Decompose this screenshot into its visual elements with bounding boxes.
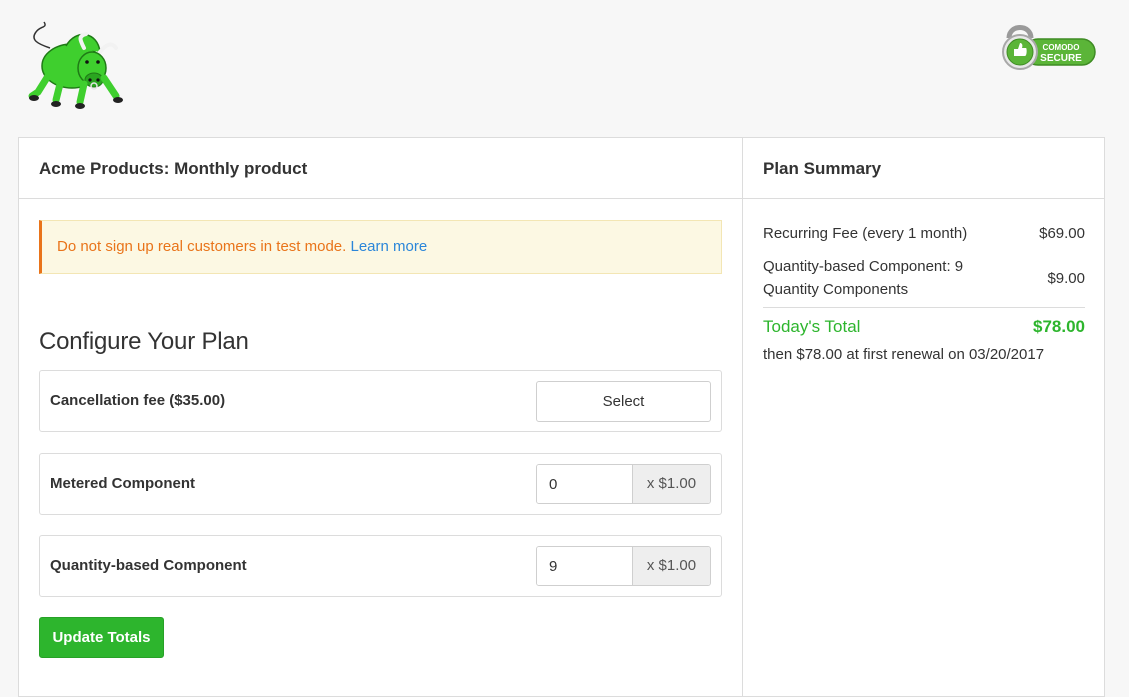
learn-more-link[interactable]: Learn more: [350, 238, 427, 255]
total-label: Today's Total: [763, 317, 861, 336]
unit-price-addon: x $1.00: [633, 465, 710, 503]
metered-quantity-input[interactable]: [537, 465, 633, 503]
summary-divider: [763, 307, 1085, 308]
metered-quantity-group: x $1.00: [536, 464, 711, 504]
quantity-based-component: Quantity-based Component x $1.00: [39, 535, 722, 597]
summary-line-item: Quantity-based Component: 9 Quantity Com…: [763, 255, 1085, 301]
unit-price-addon: x $1.00: [633, 547, 710, 585]
badge-line1: COMODO: [1043, 43, 1080, 52]
green-bull-logo: [28, 21, 123, 109]
total-amount: $78.00: [1033, 317, 1085, 336]
renewal-note: then $78.00 at first renewal on 03/20/20…: [763, 346, 1045, 363]
quantity-input[interactable]: [537, 547, 633, 585]
line-item-label-line1: Quantity-based Component: 9: [763, 258, 964, 275]
comodo-secure-badge[interactable]: COMODO SECURE: [999, 18, 1099, 76]
line-item-label: Recurring Fee (every 1 month): [763, 225, 968, 242]
test-mode-alert: Do not sign up real customers in test mo…: [39, 220, 722, 274]
checkout-panel: Acme Products: Monthly product Do not si…: [18, 137, 1105, 697]
cancellation-fee-component: Cancellation fee ($35.00) Select: [39, 370, 722, 432]
line-item-amount: $69.00: [1039, 225, 1085, 242]
summary-line-item: Recurring Fee (every 1 month) $69.00: [763, 222, 1085, 245]
badge-line2: SECURE: [1040, 53, 1082, 64]
component-label: Quantity-based Component: [50, 557, 247, 574]
configure-plan-title: Configure Your Plan: [39, 328, 249, 355]
update-totals-button[interactable]: Update Totals: [39, 617, 164, 658]
todays-total-row: Today's Total $78.00: [763, 316, 1085, 338]
component-label: Metered Component: [50, 475, 196, 492]
page-header: COMODO SECURE: [0, 0, 1129, 137]
metered-component: Metered Component x $1.00: [39, 453, 722, 515]
line-item-amount: $9.00: [1047, 269, 1085, 287]
line-item-label: Quantity-based Component: 9 Quantity Com…: [763, 255, 963, 301]
select-button[interactable]: Select: [536, 381, 711, 422]
line-item-label-line2: Quantity Components: [763, 281, 909, 298]
product-title: Acme Products: Monthly product: [19, 138, 742, 199]
quantity-group: x $1.00: [536, 546, 711, 586]
plan-summary: Recurring Fee (every 1 month) $69.00 Qua…: [763, 222, 1085, 365]
plan-summary-column: Plan Summary Recurring Fee (every 1 mont…: [743, 138, 1104, 696]
plan-summary-title: Plan Summary: [743, 138, 1104, 199]
component-label: Cancellation fee ($35.00): [50, 392, 226, 409]
alert-message: Do not sign up real customers in test mo…: [57, 238, 347, 255]
plan-configuration-column: Acme Products: Monthly product Do not si…: [19, 138, 743, 696]
